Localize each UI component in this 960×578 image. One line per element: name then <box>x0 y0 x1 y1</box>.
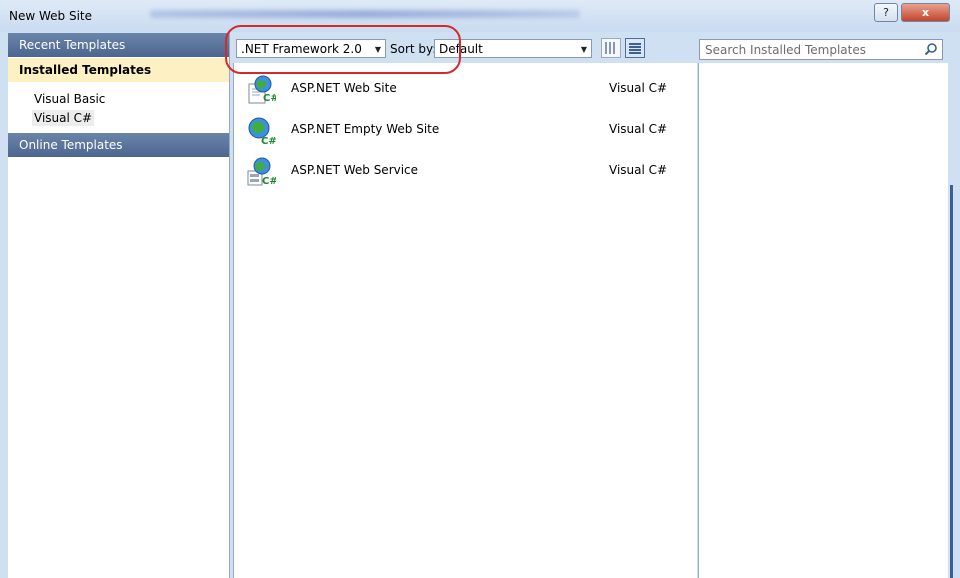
list-view-button[interactable] <box>625 38 645 58</box>
chevron-down-icon: ▼ <box>580 45 587 54</box>
globe-page-csharp-icon: C# <box>248 75 276 104</box>
search-templates-input[interactable]: Search Installed Templates <box>699 39 943 60</box>
online-templates-header[interactable]: Online Templates <box>8 133 229 157</box>
template-language: Visual C# <box>609 163 668 177</box>
template-item[interactable]: C# ASP.NET Web Service Visual C# <box>240 155 690 191</box>
category-visual-csharp[interactable]: Visual C# <box>32 110 95 126</box>
template-name: ASP.NET Web Service <box>291 163 419 177</box>
search-placeholder: Search Installed Templates <box>705 43 866 57</box>
window-frame-edge <box>950 185 953 578</box>
template-item[interactable]: C# ASP.NET Empty Web Site Visual C# <box>240 114 690 150</box>
details-panel <box>698 33 949 578</box>
help-button[interactable]: ? <box>874 3 898 22</box>
window-title: New Web Site <box>9 9 93 23</box>
svg-text:C#: C# <box>261 136 276 146</box>
small-icons-view-button[interactable] <box>601 38 621 58</box>
title-bar: New Web Site ? x <box>0 0 960 32</box>
template-name: ASP.NET Web Site <box>291 81 397 95</box>
globe-service-csharp-icon: C# <box>247 157 276 187</box>
svg-text:C#: C# <box>262 176 276 187</box>
template-item[interactable]: C# ASP.NET Web Site Visual C# <box>240 73 690 109</box>
template-language: Visual C# <box>609 122 668 136</box>
list-view-icon <box>629 42 641 54</box>
installed-templates-header[interactable]: Installed Templates <box>8 58 229 82</box>
close-button[interactable]: x <box>901 3 950 22</box>
template-name: ASP.NET Empty Web Site <box>291 122 440 136</box>
template-category-panel: Recent Templates Installed Templates Vis… <box>8 33 230 578</box>
globe-csharp-icon: C# <box>248 117 276 146</box>
annotation-circle <box>225 25 461 74</box>
background-blur <box>150 10 580 18</box>
category-visual-basic[interactable]: Visual Basic <box>34 92 105 106</box>
small-icons-view-icon <box>605 42 617 54</box>
svg-text:C#: C# <box>263 93 276 104</box>
recent-templates-header[interactable]: Recent Templates <box>8 33 229 57</box>
template-language: Visual C# <box>609 81 668 95</box>
search-icon[interactable] <box>924 42 938 56</box>
